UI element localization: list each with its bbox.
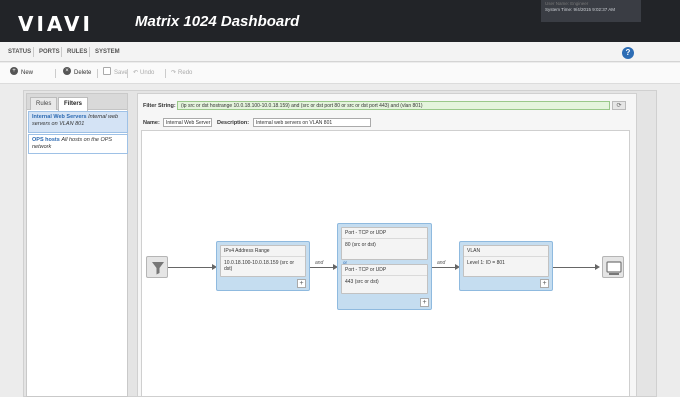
panel-tabs: Rules Filters bbox=[27, 94, 127, 111]
save-label: Save bbox=[114, 70, 128, 76]
filter-string-label: Filter String: bbox=[143, 103, 176, 109]
card-title: IPv4 Address Range bbox=[221, 246, 305, 257]
filter-item-internal-web-servers[interactable]: Internal Web Servers Internal web server… bbox=[28, 111, 128, 133]
add-condition-button[interactable]: + bbox=[420, 298, 429, 307]
menu-system[interactable]: SYSTEM bbox=[95, 42, 120, 62]
toolbar-divider bbox=[165, 69, 166, 78]
undo-arrow-icon: ↶ bbox=[133, 70, 139, 76]
new-button[interactable]: + New bbox=[10, 63, 33, 84]
undo-button[interactable]: ↶ Undo bbox=[133, 63, 154, 84]
description-label: Description: bbox=[217, 120, 250, 126]
vlan-card[interactable]: VLAN Level 1: ID = 801 bbox=[463, 245, 549, 277]
toolbar-divider bbox=[55, 69, 56, 78]
toolbar-divider bbox=[97, 69, 98, 78]
filter-output-node bbox=[602, 256, 624, 278]
description-field[interactable]: Internal web servers on VLAN 801 bbox=[253, 118, 371, 127]
redo-arrow-icon: ↷ bbox=[171, 70, 177, 76]
name-label: Name: bbox=[143, 120, 160, 126]
filter-name: Internal Web Servers bbox=[32, 114, 87, 120]
port-443-card[interactable]: Port - TCP or UDP 443 (src or dst) bbox=[341, 264, 428, 294]
menu-divider bbox=[89, 47, 90, 57]
card-value: Level 1: ID = 801 bbox=[467, 260, 505, 266]
app-title: Matrix 1024 Dashboard bbox=[135, 13, 300, 30]
menu-status[interactable]: STATUS bbox=[8, 42, 31, 62]
connector-line bbox=[168, 267, 212, 268]
connector-line bbox=[553, 267, 595, 268]
filter-string-field[interactable]: (ip src or dst hostrange 10.0.18.100-10.… bbox=[177, 101, 610, 110]
port-group-block[interactable]: Port - TCP or UDP 80 (src or dst) or Por… bbox=[337, 223, 432, 310]
funnel-icon bbox=[152, 262, 164, 275]
save-button[interactable]: Save bbox=[103, 63, 128, 84]
delete-button[interactable]: × Delete bbox=[63, 63, 91, 84]
filter-item-ops-hosts[interactable]: OPS hosts All hosts on the OPS network bbox=[28, 134, 128, 154]
filter-input-node bbox=[146, 256, 168, 278]
redo-label: Redo bbox=[178, 70, 193, 76]
undo-label: Undo bbox=[140, 70, 155, 76]
new-label: New bbox=[21, 70, 34, 76]
card-value: 443 (src or dst) bbox=[345, 279, 379, 285]
redo-button[interactable]: ↷ Redo bbox=[171, 63, 192, 84]
card-value: 10.0.18.100-10.0.18.159 (src or dst) bbox=[224, 260, 295, 272]
connector-line bbox=[432, 267, 455, 268]
tab-filters[interactable]: Filters bbox=[58, 97, 89, 111]
connector-arrow bbox=[595, 264, 600, 270]
toolbar-divider bbox=[127, 69, 128, 78]
main-menu: STATUS PORTS RULES SYSTEM ? bbox=[0, 42, 680, 62]
filters-panel: Rules Filters Internal Web Servers Inter… bbox=[26, 93, 128, 397]
plus-circle-icon: + bbox=[10, 67, 18, 76]
and-label: and bbox=[315, 260, 324, 266]
monitor-icon bbox=[606, 261, 622, 275]
card-value: 80 (src or dst) bbox=[345, 242, 376, 248]
and-label: and bbox=[437, 260, 446, 266]
tab-rules[interactable]: Rules bbox=[30, 97, 58, 110]
port-80-card[interactable]: Port - TCP or UDP 80 (src or dst) bbox=[341, 227, 428, 260]
ipv4-range-card[interactable]: IPv4 Address Range 10.0.18.100-10.0.18.1… bbox=[220, 245, 306, 277]
menu-divider bbox=[33, 47, 34, 57]
app-header: VIAVI Matrix 1024 Dashboard User Name: E… bbox=[0, 0, 680, 42]
x-circle-icon: × bbox=[63, 67, 71, 76]
card-title: Port - TCP or UDP bbox=[342, 228, 427, 239]
ipv4-range-block[interactable]: IPv4 Address Range 10.0.18.100-10.0.18.1… bbox=[216, 241, 310, 291]
card-title: VLAN bbox=[464, 246, 548, 257]
add-condition-button[interactable]: + bbox=[540, 279, 549, 288]
viavi-logo: VIAVI bbox=[18, 12, 93, 36]
name-field[interactable]: Internal Web Server bbox=[163, 118, 212, 127]
connector-line bbox=[310, 267, 333, 268]
system-time: System Time: 9/4/2015 9:02:37 AM bbox=[545, 6, 616, 12]
card-title: Port - TCP or UDP bbox=[342, 265, 427, 276]
vlan-block[interactable]: VLAN Level 1: ID = 801 + bbox=[459, 241, 553, 291]
delete-label: Delete bbox=[74, 70, 92, 76]
toolbar: + New × Delete Save ↶ Undo ↷ Redo bbox=[0, 63, 680, 84]
help-icon[interactable]: ? bbox=[622, 47, 634, 59]
add-condition-button[interactable]: + bbox=[297, 279, 306, 288]
menu-ports[interactable]: PORTS bbox=[39, 42, 60, 62]
menu-divider bbox=[61, 47, 62, 57]
filter-name: OPS hosts bbox=[32, 137, 60, 143]
menu-rules[interactable]: RULES bbox=[67, 42, 87, 62]
system-info: User Name: Engineer System Time: 9/4/201… bbox=[541, 0, 641, 22]
filter-string-apply-button[interactable]: ⟳ bbox=[612, 101, 626, 110]
floppy-disk-icon bbox=[103, 67, 111, 76]
